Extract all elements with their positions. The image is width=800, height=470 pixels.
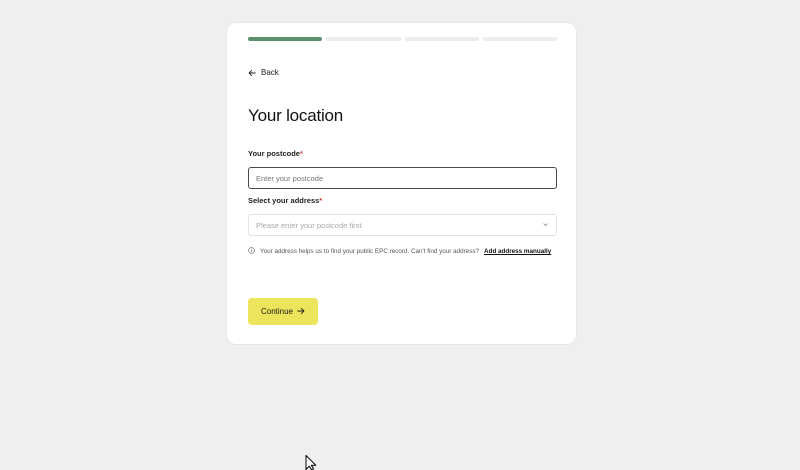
back-link[interactable]: Back [248, 68, 279, 77]
address-label-text: Select your address [248, 196, 320, 205]
arrow-right-icon [297, 307, 305, 317]
page-background: Back Your location Your postcode* Select… [0, 0, 800, 470]
postcode-label: Your postcode* [248, 149, 303, 158]
back-label: Back [261, 68, 279, 77]
address-helper-text: Your address helps us to find your publi… [248, 247, 551, 256]
required-marker: * [319, 196, 323, 205]
continue-label: Continue [260, 307, 294, 316]
progress-step-4 [482, 37, 557, 41]
location-form-card: Back Your location Your postcode* Select… [226, 22, 577, 345]
address-select-placeholder: Please enter your postcode first [256, 220, 362, 230]
postcode-label-text: Your postcode [248, 149, 300, 158]
address-select[interactable]: Please enter your postcode first [248, 214, 557, 236]
helper-text: Your address helps us to find your publi… [260, 248, 480, 255]
chevron-down-icon [542, 221, 549, 230]
address-label: Select your address* [248, 196, 322, 205]
mouse-pointer-icon [305, 455, 321, 470]
page-title: Your location [248, 106, 344, 125]
add-address-manually-link[interactable]: Add address manually [484, 248, 551, 255]
progress-step-2 [326, 37, 401, 41]
postcode-input[interactable] [248, 167, 557, 189]
continue-button[interactable]: Continue [248, 298, 318, 325]
required-marker: * [299, 149, 303, 158]
progress-step-3 [404, 37, 479, 41]
arrow-left-icon [248, 69, 256, 77]
progress-step-1 [248, 37, 323, 41]
progress-bar [248, 37, 557, 41]
info-circle-icon [248, 247, 255, 256]
